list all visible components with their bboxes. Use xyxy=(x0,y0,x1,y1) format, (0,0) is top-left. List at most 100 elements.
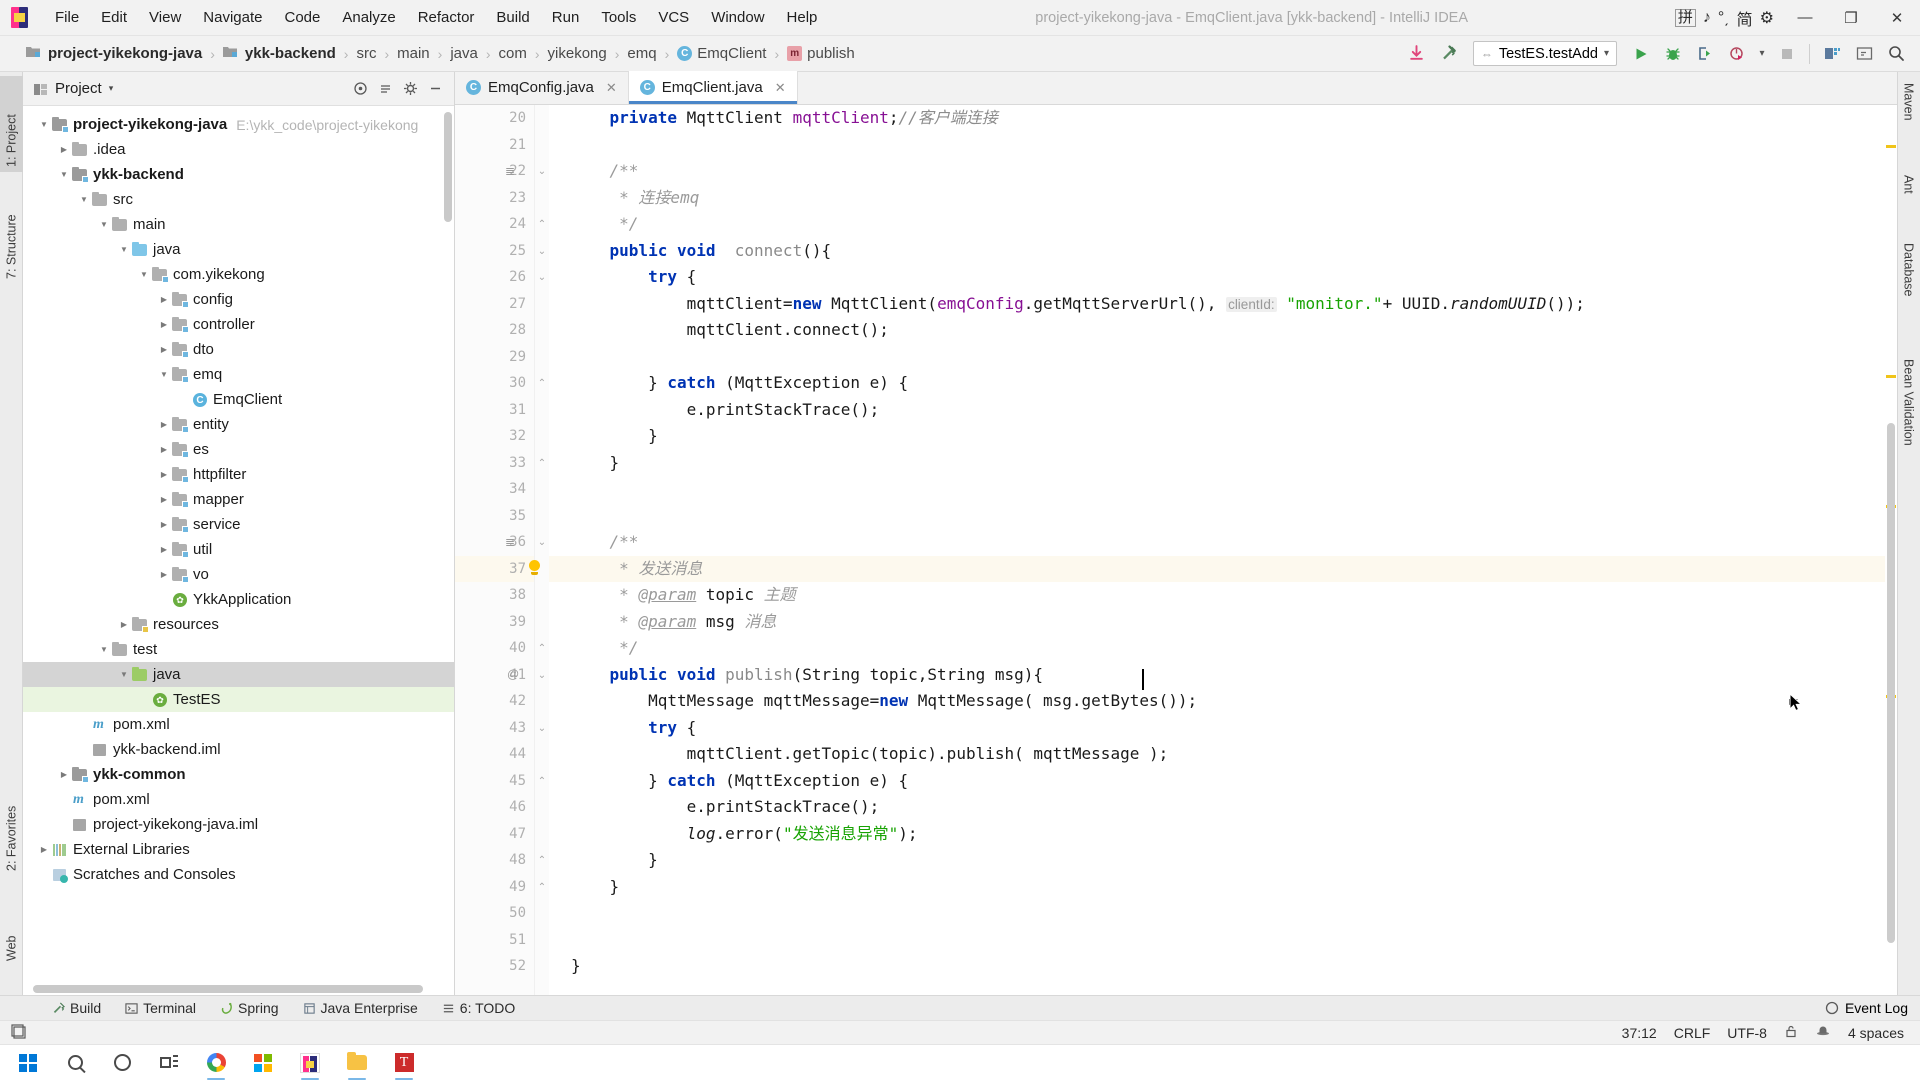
tree-item-ykk-backend[interactable]: ▼ ykk-backend xyxy=(23,162,454,187)
code-line[interactable]: log.error("发送消息异常"); xyxy=(549,821,1897,848)
tree-item-service[interactable]: ▶ service xyxy=(23,512,454,537)
chevron-down-icon[interactable]: ▾ xyxy=(109,83,114,94)
line-number[interactable]: 21 xyxy=(455,132,534,159)
line-number[interactable]: 39 xyxy=(455,609,534,636)
tree-item-pom-xml[interactable]: m pom.xml xyxy=(23,712,454,737)
scroll-from-source-icon[interactable] xyxy=(349,78,371,100)
breadcrumb-item-emqclient[interactable]: C EmqClient xyxy=(671,43,772,64)
intention-bulb-icon[interactable] xyxy=(527,559,542,578)
code-line[interactable]: mqttClient.getTopic(topic).publish( mqtt… xyxy=(549,741,1897,768)
code-fold-collapse-icon[interactable]: ⌃ xyxy=(537,855,547,866)
chevron-down-icon[interactable]: ▼ xyxy=(37,120,51,129)
code-line[interactable]: e.printStackTrace(); xyxy=(549,794,1897,821)
line-number[interactable]: 35 xyxy=(455,503,534,530)
project-tree-scrollbar-vertical[interactable] xyxy=(444,112,452,222)
breadcrumb-item-project-yikekong-java[interactable]: project-yikekong-java xyxy=(20,43,208,64)
chevron-down-icon[interactable]: ▼ xyxy=(137,270,151,279)
line-number[interactable]: 42 xyxy=(455,688,534,715)
hide-panel-icon[interactable] xyxy=(424,78,446,100)
code-fold-expand-icon[interactable]: ⌄ xyxy=(537,272,547,283)
line-number[interactable]: 50 xyxy=(455,900,534,927)
update-project-icon[interactable] xyxy=(1403,41,1431,67)
line-number[interactable]: 44 xyxy=(455,741,534,768)
code-line[interactable]: */ xyxy=(549,211,1897,238)
line-number[interactable]: 33 xyxy=(455,450,534,477)
intellij-idea-app[interactable] xyxy=(288,1045,332,1080)
run-configuration-selector[interactable]: ⇔ TestES.testAdd ▾ xyxy=(1472,41,1617,66)
chevron-right-icon[interactable]: ▶ xyxy=(157,320,171,329)
code-line[interactable]: try { xyxy=(549,715,1897,742)
chevron-down-icon[interactable]: ▼ xyxy=(57,170,71,179)
tree-item-test[interactable]: ▼ test xyxy=(23,637,454,662)
javadoc-marker-icon[interactable]: ≣ xyxy=(505,164,515,178)
tree-item-mapper[interactable]: ▶ mapper xyxy=(23,487,454,512)
indent-setting[interactable]: 4 spaces xyxy=(1848,1025,1904,1041)
build-icon[interactable] xyxy=(1435,41,1463,67)
chevron-right-icon[interactable]: ▶ xyxy=(157,545,171,554)
tool-window-java-enterprise[interactable]: Java Enterprise xyxy=(291,1000,430,1016)
line-number[interactable]: 25 xyxy=(455,238,534,265)
line-number[interactable]: 45 xyxy=(455,768,534,795)
code-fold-collapse-icon[interactable]: ⌃ xyxy=(537,882,547,893)
sidebar-tab-ant[interactable]: Ant xyxy=(1897,170,1920,228)
tree-item-project-yikekong-java[interactable]: ▼ project-yikekong-java E:\ykk_code\projec… xyxy=(23,112,454,137)
menu-item-tools[interactable]: Tools xyxy=(590,6,647,29)
line-separator[interactable]: CRLF xyxy=(1674,1025,1711,1041)
code-fold-collapse-icon[interactable]: ⌃ xyxy=(537,378,547,389)
code-line[interactable]: * @param topic 主题 xyxy=(549,582,1897,609)
tree-item-pom-xml[interactable]: m pom.xml xyxy=(23,787,454,812)
tool-window-spring[interactable]: Spring xyxy=(208,1000,290,1016)
line-number[interactable]: 46 xyxy=(455,794,534,821)
run-with-coverage-button[interactable] xyxy=(1691,41,1719,67)
chevron-right-icon[interactable]: ▶ xyxy=(57,145,71,154)
chevron-down-icon[interactable]: ▼ xyxy=(157,370,171,379)
tree-item-emqclient[interactable]: C EmqClient xyxy=(23,387,454,412)
line-number[interactable]: 31 xyxy=(455,397,534,424)
menu-item-build[interactable]: Build xyxy=(485,6,540,29)
event-log-button[interactable]: Event Log xyxy=(1825,1000,1920,1016)
scrollbar-thumb[interactable] xyxy=(1887,423,1895,943)
line-number[interactable]: 32 xyxy=(455,423,534,450)
editor-gutter[interactable]: 20 21 22 ≣ 23 24 25 26 27 28 29 30 31 32 33 34 35 36 ≣ 37 38… xyxy=(455,105,535,996)
line-number[interactable]: 38 xyxy=(455,582,534,609)
tree-item-httpfilter[interactable]: ▶ httpfilter xyxy=(23,462,454,487)
tree-item-testes[interactable]: ✿ TestES xyxy=(23,687,454,712)
code-fold-expand-icon[interactable]: ⌄ xyxy=(537,670,547,681)
microsoft-store-app[interactable] xyxy=(241,1045,285,1080)
sidebar-tab-bean-validation[interactable]: Bean Validation xyxy=(1897,354,1920,500)
line-number[interactable]: 43 xyxy=(455,715,534,742)
menu-item-window[interactable]: Window xyxy=(700,6,775,29)
chevron-down-icon[interactable]: ▼ xyxy=(77,195,91,204)
code-line[interactable]: } xyxy=(549,450,1897,477)
music-note-icon[interactable]: ♪ xyxy=(1703,9,1711,27)
code-line[interactable]: mqttClient=new MqttClient(emqConfig.getM… xyxy=(549,291,1897,318)
editor-scrollbar[interactable] xyxy=(1885,105,1897,996)
ime-mode-icon[interactable]: 拼 xyxy=(1674,8,1696,27)
simplified-chinese-icon[interactable]: 简 xyxy=(1737,6,1753,30)
tree-item-scratches-and-consoles[interactable]: Scratches and Consoles xyxy=(23,862,454,887)
code-line[interactable]: private MqttClient mqttClient;//客户端连接 xyxy=(549,105,1897,132)
code-line[interactable]: public void publish(String topic,String … xyxy=(549,662,1897,689)
profile-dropdown-icon[interactable]: ▾ xyxy=(1755,41,1769,67)
ime-settings-icon[interactable]: ⚙ xyxy=(1760,8,1774,28)
start-button[interactable] xyxy=(6,1045,50,1080)
tree-item-ykk-backend-iml[interactable]: ykk-backend.iml xyxy=(23,737,454,762)
code-line[interactable]: * 连接emq xyxy=(549,185,1897,212)
breadcrumb-item-src[interactable]: src xyxy=(350,43,382,64)
code-line[interactable] xyxy=(549,132,1897,159)
sidebar-tab-maven[interactable]: Maven xyxy=(1897,78,1920,160)
minimize-button[interactable]: — xyxy=(1782,1,1828,35)
line-number[interactable]: 34 xyxy=(455,476,534,503)
menu-item-help[interactable]: Help xyxy=(776,6,829,29)
tree-item-ykk-common[interactable]: ▶ ykk-common xyxy=(23,762,454,787)
line-number[interactable]: 52 xyxy=(455,953,534,980)
sidebar-tab-database[interactable]: Database xyxy=(1897,238,1920,342)
close-icon[interactable]: ✕ xyxy=(606,80,617,96)
close-icon[interactable]: ✕ xyxy=(775,80,786,96)
code-line[interactable]: MqttMessage mqttMessage=new MqttMessage(… xyxy=(549,688,1897,715)
line-number[interactable]: 22 xyxy=(455,158,534,185)
code-fold-expand-icon[interactable]: ⌄ xyxy=(537,166,547,177)
menu-item-edit[interactable]: Edit xyxy=(90,6,138,29)
cortana-button[interactable] xyxy=(100,1045,144,1080)
tool-window-todo[interactable]: 6: TODO xyxy=(430,1000,528,1016)
